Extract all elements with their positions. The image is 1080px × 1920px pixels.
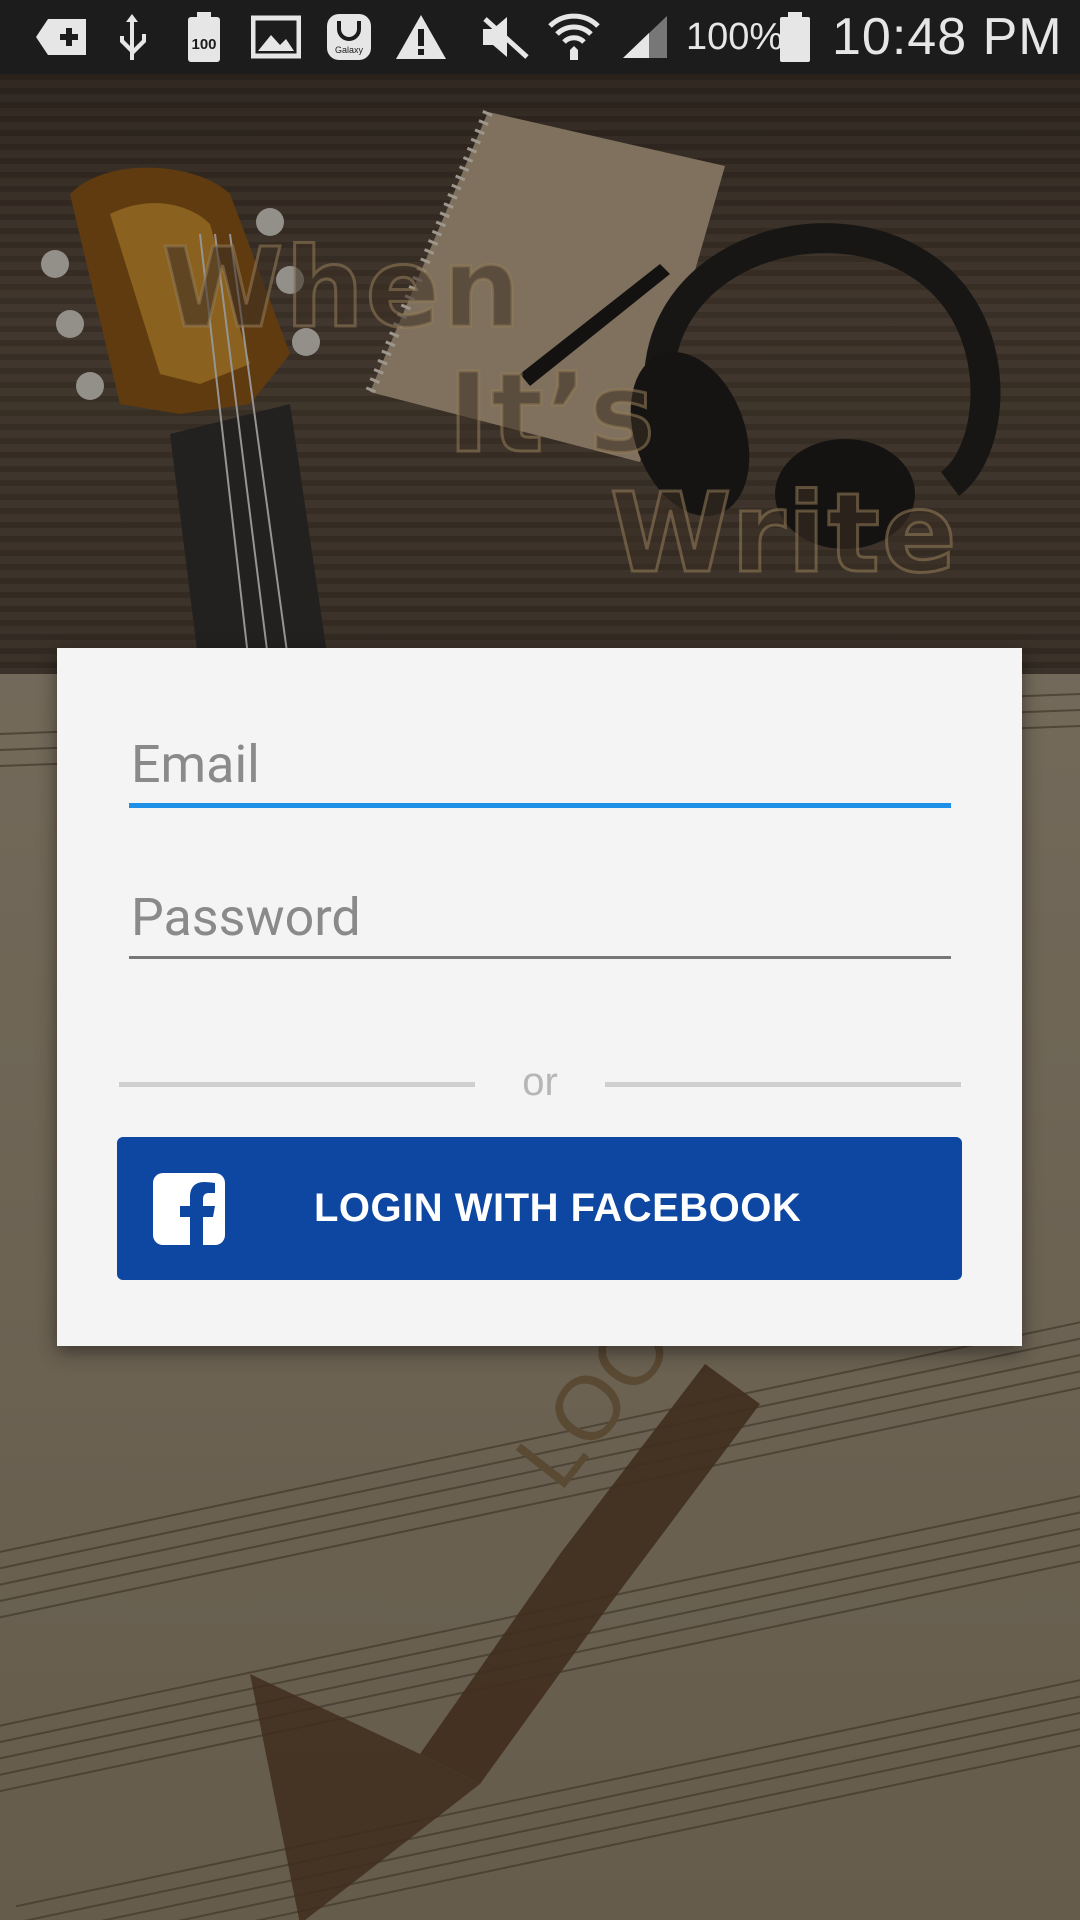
facebook-icon xyxy=(153,1173,225,1245)
password-underline xyxy=(129,956,951,959)
svg-text:100: 100 xyxy=(191,36,216,53)
status-bar: 100 Galaxy 100% 10:48 PM xyxy=(0,0,1080,74)
logo-word-1: When xyxy=(161,223,523,354)
login-card: or LOGIN WITH FACEBOOK xyxy=(57,648,1022,1346)
logo-word-3: Write xyxy=(609,468,959,599)
header-banner: When It’s Write xyxy=(0,74,1080,674)
divider-line-right xyxy=(605,1082,961,1087)
email-input[interactable] xyxy=(129,725,951,803)
usb-icon xyxy=(110,12,154,62)
signal-icon xyxy=(620,12,670,62)
svg-text:Galaxy: Galaxy xyxy=(335,45,364,55)
facebook-login-button[interactable]: LOGIN WITH FACEBOOK xyxy=(117,1137,962,1280)
clock: 10:48 PM xyxy=(832,8,1063,66)
galaxy-icon: Galaxy xyxy=(326,12,372,62)
warning-icon xyxy=(394,12,448,62)
email-underline xyxy=(129,803,951,808)
battery-icon xyxy=(778,12,812,62)
gallery-icon xyxy=(250,12,302,62)
battery-100-badge-icon: 100 xyxy=(186,12,222,62)
or-divider: or xyxy=(119,1060,961,1110)
wifi-icon xyxy=(548,12,600,62)
password-field xyxy=(129,878,951,959)
battery-percentage: 100% xyxy=(686,15,784,58)
mute-icon xyxy=(478,12,532,62)
add-icon xyxy=(34,12,90,62)
logo-word-2: It’s xyxy=(447,348,657,479)
password-input[interactable] xyxy=(129,878,951,956)
divider-line-left xyxy=(119,1082,475,1087)
facebook-login-label: LOGIN WITH FACEBOOK xyxy=(314,1186,802,1230)
email-field xyxy=(129,725,951,808)
divider-text: or xyxy=(522,1060,558,1104)
